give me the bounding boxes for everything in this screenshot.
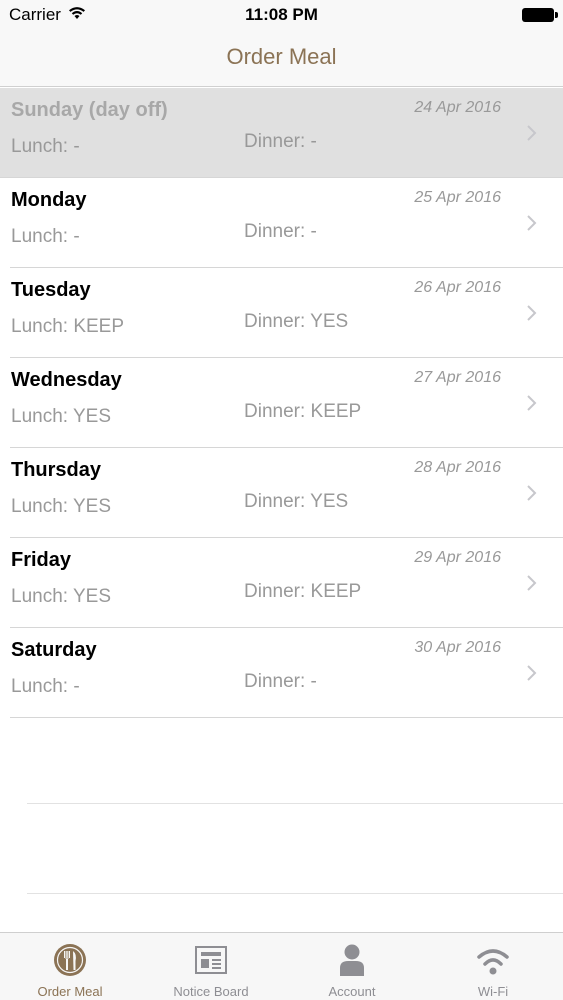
day-name: Saturday	[11, 639, 97, 661]
newspaper-icon	[195, 946, 227, 974]
lunch-status: Lunch: -	[11, 226, 80, 247]
dinner-status: Dinner: YES	[244, 311, 349, 332]
day-date: 28 Apr 2016	[414, 459, 501, 476]
lunch-status: Lunch: YES	[11, 586, 112, 607]
wifi-icon	[477, 949, 509, 975]
tab-account[interactable]: Account	[282, 933, 422, 1000]
chevron-right-icon	[527, 485, 537, 501]
day-name: Monday	[11, 189, 87, 211]
chevron-right-icon	[527, 215, 537, 231]
dinner-status: Dinner: YES	[244, 491, 349, 512]
chevron-right-icon	[527, 575, 537, 591]
day-date: 24 Apr 2016	[414, 99, 501, 116]
empty-row-divider	[27, 893, 563, 894]
day-name: Friday	[11, 549, 72, 571]
tab-label: Account	[328, 984, 376, 999]
day-row-friday[interactable]: Friday 29 Apr 2016 Lunch: YES Dinner: KE…	[0, 538, 563, 628]
empty-row-divider	[27, 803, 563, 804]
day-row-thursday[interactable]: Thursday 28 Apr 2016 Lunch: YES Dinner: …	[0, 448, 563, 538]
day-name: Sunday (day off)	[11, 99, 168, 121]
lunch-status: Lunch: -	[11, 676, 80, 697]
day-name: Wednesday	[11, 369, 122, 391]
tab-bar: Order Meal Notice Board Account Wi-Fi	[0, 932, 563, 1000]
tab-label: Notice Board	[173, 984, 249, 999]
navigation-bar: Order Meal	[0, 30, 563, 87]
day-date: 27 Apr 2016	[414, 369, 501, 386]
tab-label: Order Meal	[37, 984, 103, 999]
row-divider	[10, 717, 563, 718]
day-row-saturday[interactable]: Saturday 30 Apr 2016 Lunch: - Dinner: -	[0, 628, 563, 718]
day-date: 29 Apr 2016	[414, 549, 501, 566]
page-title: Order Meal	[226, 44, 337, 69]
dinner-status: Dinner: -	[244, 221, 317, 242]
chevron-right-icon	[527, 665, 537, 681]
day-row-wednesday[interactable]: Wednesday 27 Apr 2016 Lunch: YES Dinner:…	[0, 358, 563, 448]
fork-knife-icon	[54, 944, 86, 976]
chevron-right-icon	[527, 305, 537, 321]
tab-label: Wi-Fi	[477, 984, 509, 999]
chevron-right-icon	[527, 395, 537, 411]
day-date: 25 Apr 2016	[414, 189, 501, 206]
lunch-status: Lunch: YES	[11, 406, 112, 427]
lunch-status: Lunch: YES	[11, 496, 112, 517]
day-date: 30 Apr 2016	[414, 639, 501, 656]
dinner-status: Dinner: KEEP	[244, 581, 362, 602]
lunch-status: Lunch: KEEP	[11, 316, 125, 337]
person-icon	[340, 944, 364, 976]
day-row-monday[interactable]: Monday 25 Apr 2016 Lunch: - Dinner: -	[0, 178, 563, 268]
day-row-tuesday[interactable]: Tuesday 26 Apr 2016 Lunch: KEEP Dinner: …	[0, 268, 563, 358]
day-row-sunday[interactable]: Sunday (day off) 24 Apr 2016 Lunch: - Di…	[0, 88, 563, 178]
tab-notice-board[interactable]: Notice Board	[141, 933, 281, 1000]
day-date: 26 Apr 2016	[414, 279, 501, 296]
tab-wifi[interactable]: Wi-Fi	[423, 933, 563, 1000]
day-name: Tuesday	[11, 279, 91, 301]
battery-icon	[522, 8, 558, 22]
dinner-status: Dinner: -	[244, 671, 317, 692]
meal-day-list: Sunday (day off) 24 Apr 2016 Lunch: - Di…	[0, 88, 563, 718]
clock: 11:08 PM	[245, 5, 318, 24]
chevron-right-icon	[527, 125, 537, 141]
dinner-status: Dinner: -	[244, 131, 317, 152]
lunch-status: Lunch: -	[11, 136, 80, 157]
status-bar: Carrier 11:08 PM	[0, 0, 563, 30]
tab-order-meal[interactable]: Order Meal	[0, 933, 140, 1000]
day-name: Thursday	[11, 459, 102, 481]
dinner-status: Dinner: KEEP	[244, 401, 362, 422]
